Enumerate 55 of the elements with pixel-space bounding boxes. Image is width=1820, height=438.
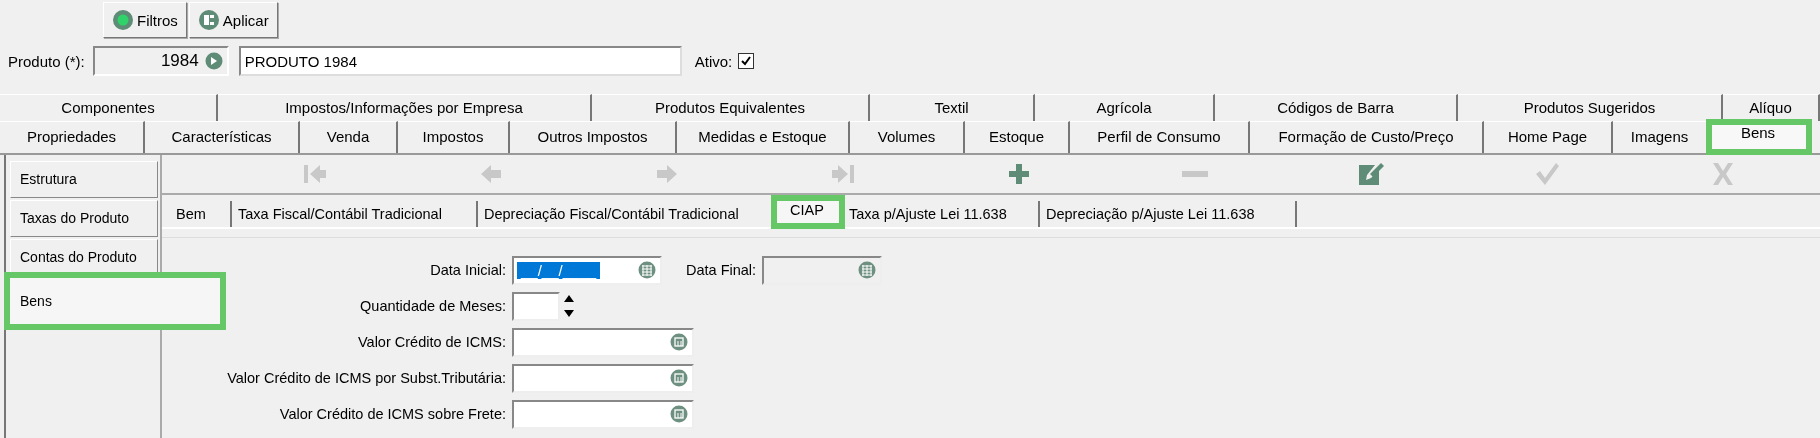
amount-field[interactable] bbox=[512, 327, 694, 357]
calculator-icon[interactable] bbox=[670, 405, 688, 423]
tab[interactable]: Bem bbox=[170, 201, 232, 227]
tab[interactable]: Códigos de Barra bbox=[1215, 94, 1458, 121]
tab[interactable]: Depreciação p/Ajuste Lei 11.638 bbox=[1040, 201, 1297, 227]
tab[interactable]: Bens bbox=[1708, 121, 1810, 153]
product-code-field[interactable]: 1984 bbox=[92, 46, 229, 76]
field-label: Data Inicial: bbox=[429, 262, 507, 278]
tab[interactable]: Características bbox=[145, 121, 300, 153]
tab[interactable]: Taxa p/Ajuste Lei 11.638 bbox=[843, 201, 1040, 227]
sidebar-item[interactable]: Taxas do Produto bbox=[10, 200, 158, 237]
toolbar-button[interactable]: Filtros bbox=[103, 2, 187, 38]
tab[interactable]: Imagens bbox=[1613, 121, 1708, 153]
tab[interactable]: Perfil de Consumo bbox=[1070, 121, 1250, 153]
tab[interactable]: Alíquo bbox=[1723, 94, 1820, 121]
active-label: Ativo: bbox=[694, 52, 733, 70]
field-label: Valor Crédito de ICMS por Subst.Tributária: bbox=[226, 370, 507, 386]
tab[interactable]: Taxa Fiscal/Contábil Tradicional bbox=[232, 201, 478, 227]
tab[interactable]: Home Page bbox=[1484, 121, 1613, 153]
number-field[interactable] bbox=[512, 291, 560, 321]
tab[interactable]: Estoque bbox=[965, 121, 1070, 153]
tab[interactable]: CIAP bbox=[773, 197, 843, 227]
field-label: Data Final: bbox=[686, 262, 758, 278]
tab[interactable]: Volumes bbox=[850, 121, 965, 153]
tab[interactable]: Medidas e Estoque bbox=[677, 121, 850, 153]
sidebar-item[interactable]: Estrutura bbox=[10, 161, 158, 198]
amount-field[interactable] bbox=[512, 363, 694, 393]
calculator-icon[interactable] bbox=[670, 369, 688, 387]
date-field[interactable]: __/__/____ bbox=[512, 255, 662, 285]
tab[interactable]: Produtos Equivalentes bbox=[592, 94, 870, 121]
tab[interactable]: Agrícola bbox=[1035, 94, 1215, 121]
tab[interactable]: Venda bbox=[300, 121, 398, 153]
tab[interactable]: Textil bbox=[870, 94, 1035, 121]
field-label: Valor Crédito de ICMS: bbox=[357, 334, 507, 350]
product-label: Produto (*): bbox=[8, 52, 85, 70]
calendar-icon[interactable] bbox=[638, 261, 656, 279]
tab[interactable]: Produtos Sugeridos bbox=[1458, 94, 1723, 121]
tab[interactable]: Componentes bbox=[0, 94, 218, 121]
filter-icon bbox=[112, 9, 134, 31]
amount-field[interactable] bbox=[512, 399, 694, 429]
plus-icon[interactable] bbox=[1006, 162, 1032, 186]
tab[interactable]: Impostos/Informações por Empresa bbox=[218, 94, 592, 121]
calculator-icon[interactable] bbox=[670, 333, 688, 351]
apply-icon bbox=[197, 9, 220, 31]
tab[interactable]: Propriedades bbox=[0, 121, 145, 153]
tab[interactable]: Outros Impostos bbox=[510, 121, 677, 153]
field-label: Valor Crédito de ICMS sobre Frete: bbox=[278, 406, 507, 422]
tab[interactable]: Impostos bbox=[398, 121, 510, 153]
edit-icon[interactable] bbox=[1357, 161, 1385, 187]
active-checkbox[interactable] bbox=[738, 53, 755, 69]
field-label: Quantidade de Meses: bbox=[359, 298, 507, 314]
lookup-icon bbox=[204, 52, 223, 70]
product-name-field[interactable]: PRODUTO 1984 bbox=[238, 46, 682, 76]
toolbar-button[interactable]: Aplicar bbox=[188, 2, 278, 38]
tab[interactable]: Formação de Custo/Preço bbox=[1250, 121, 1484, 153]
